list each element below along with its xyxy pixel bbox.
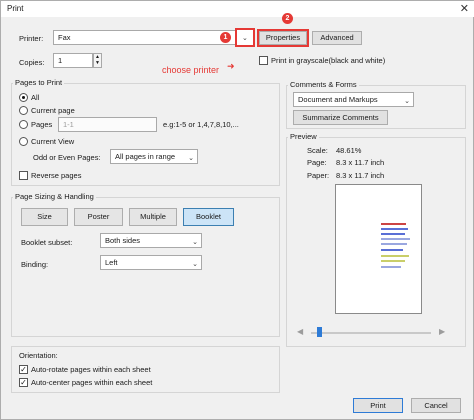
- chevron-down-icon: ⌄: [192, 239, 198, 246]
- pages-radio[interactable]: [19, 120, 28, 129]
- tab-booklet[interactable]: Booklet: [183, 208, 234, 226]
- pages-hint: e.g:1-5 or 1,4,7,8,10,...: [163, 120, 239, 129]
- choose-printer-annotation: choose printer: [162, 65, 220, 75]
- pages-range-input[interactable]: 1-1: [58, 117, 157, 132]
- current-page-radio[interactable]: [19, 106, 28, 115]
- copies-stepper[interactable]: ▲ ▼: [93, 53, 102, 68]
- printer-value: Fax: [58, 33, 71, 42]
- summarize-comments-button[interactable]: Summarize Comments: [293, 110, 388, 125]
- print-dialog: Print ✕ Printer: Fax ⌄ 1 Properties 2 Ad…: [0, 0, 474, 420]
- auto-center-checkbox[interactable]: ✓: [19, 378, 28, 387]
- preview-line: [381, 260, 405, 262]
- auto-rotate-checkbox[interactable]: ✓: [19, 365, 28, 374]
- chevron-down-icon: ⌄: [404, 98, 410, 105]
- preview-title: Preview: [288, 132, 319, 141]
- title-bar: Print ✕: [1, 1, 474, 17]
- current-view-radio[interactable]: [19, 137, 28, 146]
- next-page-icon[interactable]: ▶: [439, 327, 445, 336]
- page-sizing-title: Page Sizing & Handling: [13, 192, 96, 201]
- copies-value: 1: [58, 56, 63, 65]
- tab-multiple[interactable]: Multiple: [129, 208, 177, 226]
- paper-size-label: Paper:: [307, 171, 330, 180]
- page-slider-track[interactable]: [311, 332, 431, 334]
- step-2-badge: 2: [282, 13, 293, 24]
- all-radio[interactable]: [19, 93, 28, 102]
- advanced-button[interactable]: Advanced: [312, 31, 362, 45]
- chevron-down-icon: ⌄: [242, 35, 248, 42]
- arrow-icon: ➜: [227, 61, 235, 71]
- reverse-pages-checkbox[interactable]: [19, 171, 28, 180]
- page-slider-thumb[interactable]: [317, 327, 322, 337]
- chevron-down-icon: ⌄: [188, 155, 194, 162]
- comments-select[interactable]: Document and Markups ⌄: [293, 92, 414, 107]
- chevron-down-icon: ⌄: [192, 261, 198, 268]
- auto-rotate-label: Auto-rotate pages within each sheet: [31, 365, 151, 374]
- pages-label: Pages: [31, 120, 53, 129]
- odd-even-label: Odd or Even Pages:: [33, 153, 101, 162]
- preview-line: [381, 228, 408, 230]
- preview-line: [381, 266, 401, 268]
- grayscale-checkbox[interactable]: [259, 56, 268, 65]
- tab-poster[interactable]: Poster: [74, 208, 123, 226]
- page-preview: [335, 184, 422, 314]
- scale-value: 48.61%: [336, 146, 362, 155]
- all-label: All: [31, 93, 40, 102]
- pages-range-placeholder: 1-1: [63, 120, 74, 129]
- binding-value: Left: [105, 258, 118, 267]
- printer-dropdown-button[interactable]: ⌄: [235, 28, 255, 47]
- previous-page-icon[interactable]: ◀: [297, 327, 303, 336]
- binding-label: Binding:: [21, 260, 49, 269]
- page-size-label: Page:: [307, 158, 327, 167]
- step-1-badge: 1: [220, 32, 231, 43]
- current-page-label: Current page: [31, 106, 75, 115]
- paper-size-value: 8.3 x 11.7 inch: [336, 171, 385, 180]
- preview-line: [381, 249, 403, 251]
- comments-value: Document and Markups: [298, 95, 378, 104]
- preview-line: [381, 255, 409, 257]
- preview-line: [381, 223, 406, 225]
- properties-button[interactable]: Properties: [259, 31, 307, 45]
- odd-even-select[interactable]: All pages in range ⌄: [110, 149, 198, 164]
- binding-select[interactable]: Left ⌄: [100, 255, 202, 270]
- preview-line: [381, 238, 410, 240]
- close-icon[interactable]: ✕: [460, 2, 469, 15]
- cancel-button[interactable]: Cancel: [411, 398, 461, 413]
- grayscale-label: Print in grayscale(black and white): [271, 56, 386, 65]
- orientation-title: Orientation:: [19, 351, 58, 360]
- printer-label: Printer:: [19, 34, 44, 43]
- printer-select[interactable]: Fax: [53, 30, 237, 45]
- copies-label: Copies:: [19, 58, 45, 67]
- preview-line: [381, 243, 407, 245]
- reverse-pages-label: Reverse pages: [31, 171, 82, 180]
- window-title: Print: [7, 4, 24, 13]
- preview-line: [381, 233, 405, 235]
- scale-label: Scale:: [307, 146, 328, 155]
- auto-center-label: Auto-center pages within each sheet: [31, 378, 153, 387]
- booklet-subset-value: Both sides: [105, 236, 141, 245]
- page-size-value: 8.3 x 11.7 inch: [336, 158, 385, 167]
- pages-to-print-title: Pages to Print: [13, 78, 65, 87]
- booklet-subset-label: Booklet subset:: [21, 238, 73, 247]
- print-button[interactable]: Print: [353, 398, 403, 413]
- comments-forms-title: Comments & Forms: [288, 80, 359, 89]
- odd-even-value: All pages in range: [115, 152, 176, 161]
- copies-input[interactable]: 1: [53, 53, 93, 68]
- current-view-label: Current View: [31, 137, 75, 146]
- tab-size[interactable]: Size: [21, 208, 68, 226]
- booklet-subset-select[interactable]: Both sides ⌄: [100, 233, 202, 248]
